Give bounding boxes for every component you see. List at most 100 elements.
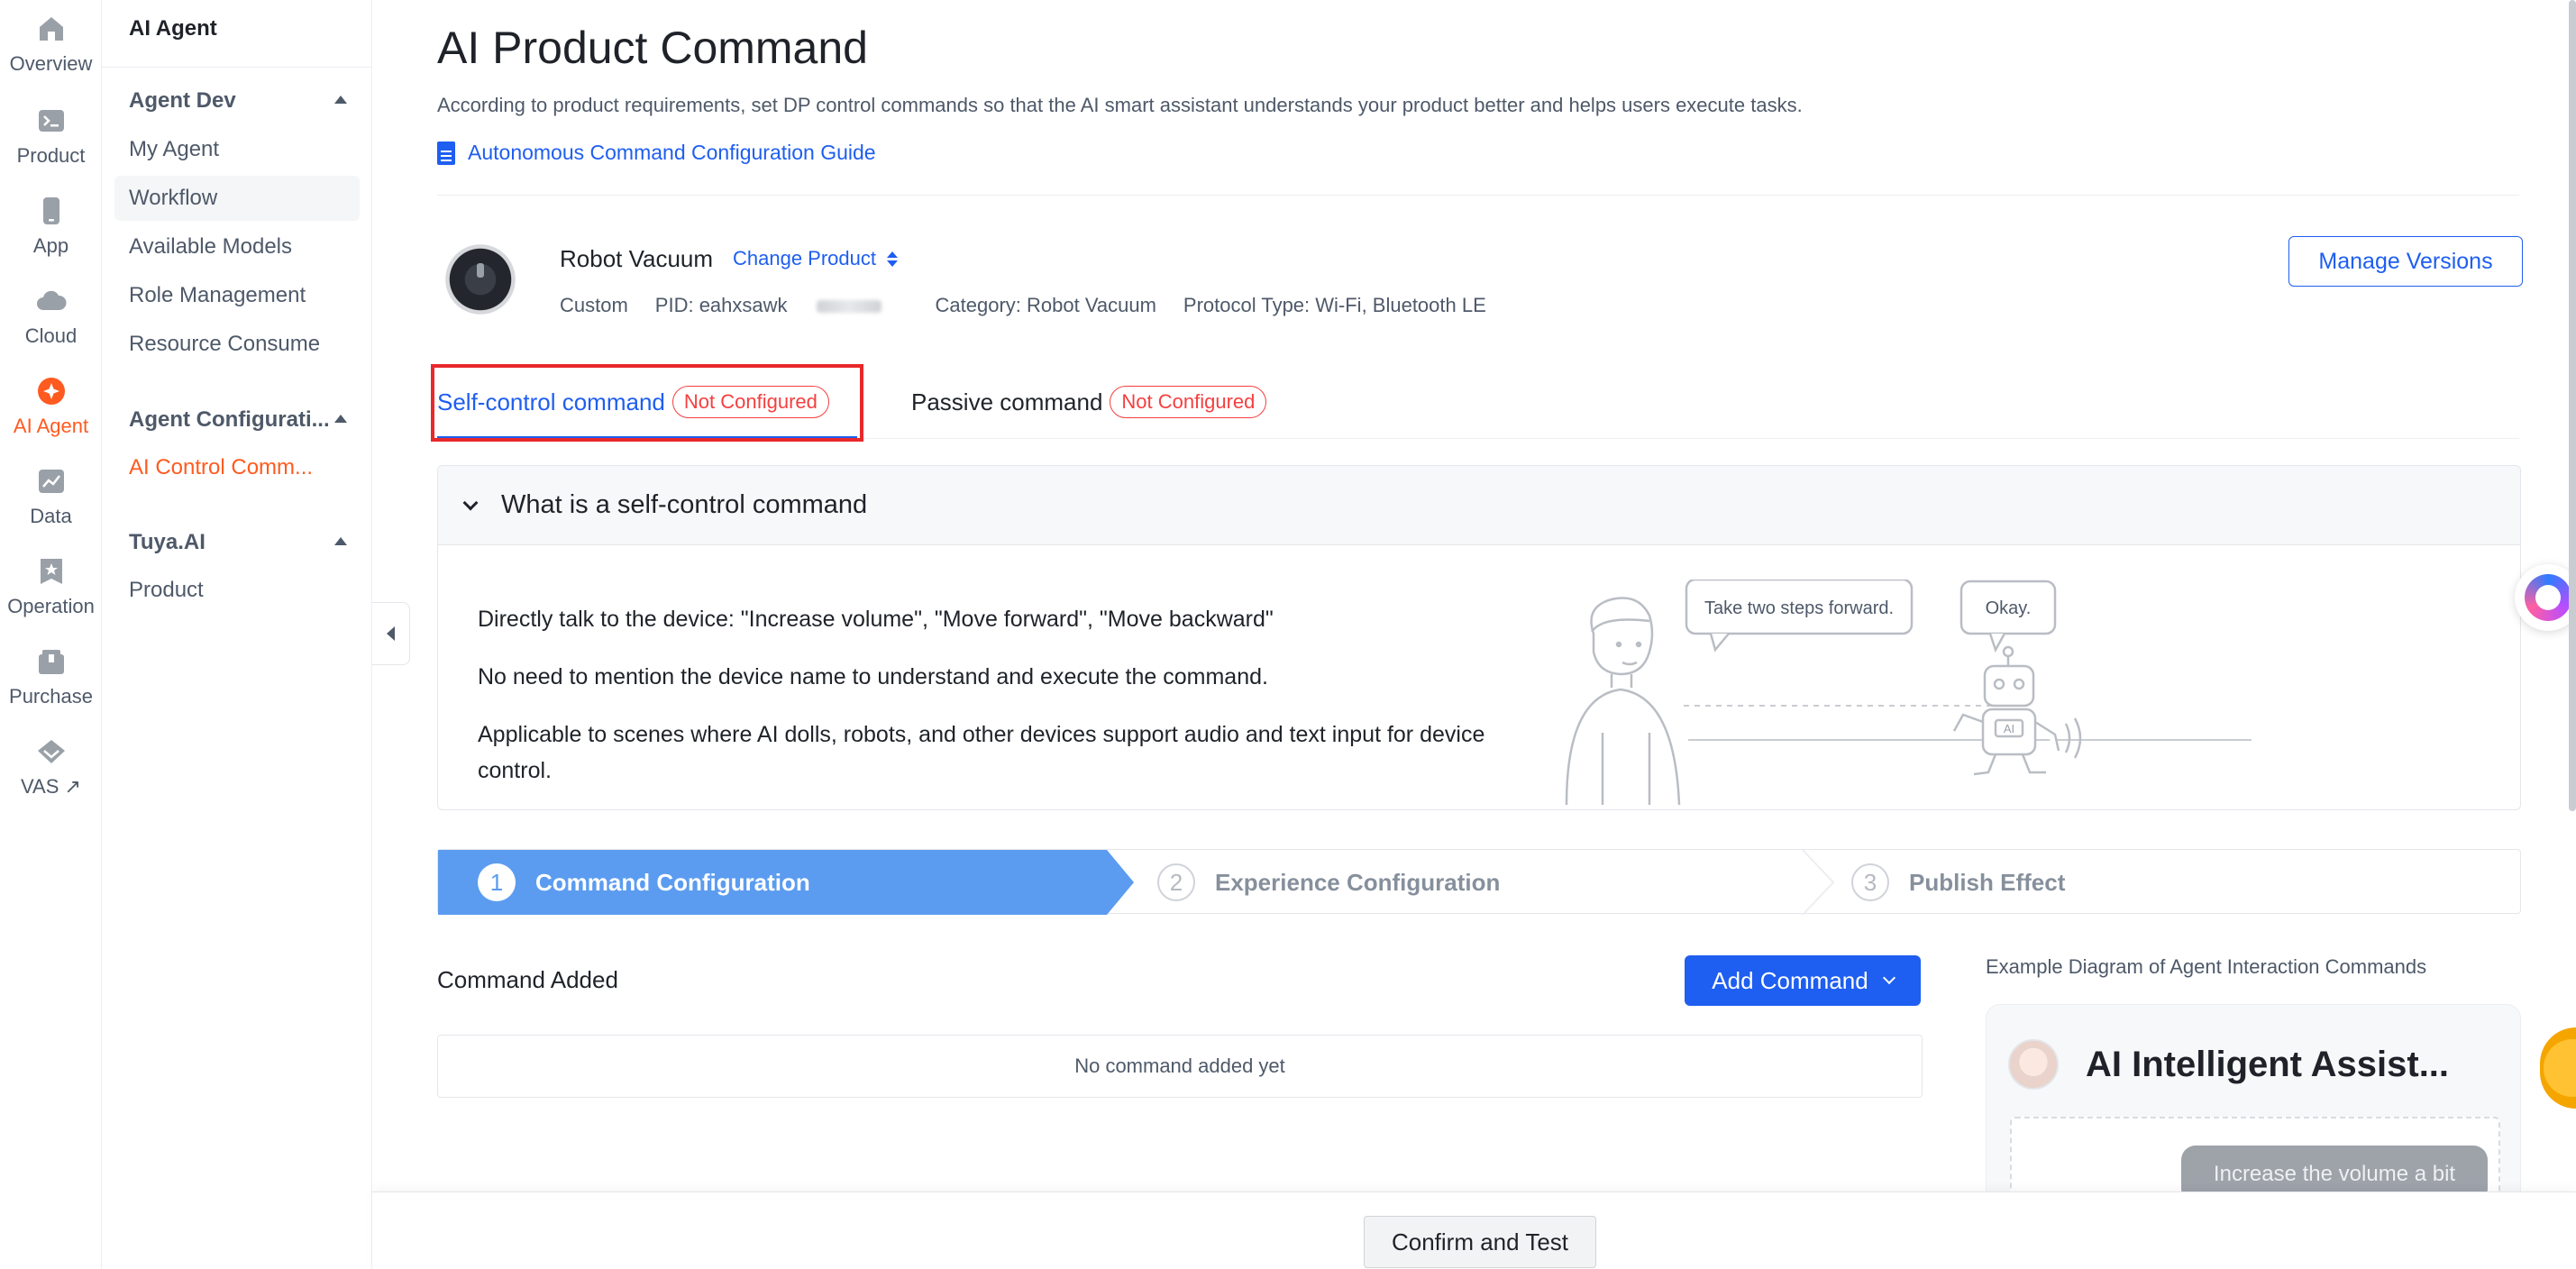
svg-text:AI: AI	[2004, 722, 2014, 735]
info-panel: What is a self-control command Directly …	[437, 465, 2521, 810]
info-line: Applicable to scenes where AI dolls, rob…	[478, 722, 1485, 783]
footer-bar: Confirm and Test	[372, 1191, 2576, 1269]
sidebar-group-tuya-ai[interactable]: Tuya.AI	[129, 530, 206, 555]
illustration: Take two steps forward. Okay. AI	[1565, 580, 2252, 805]
pid-mask	[816, 300, 882, 314]
diamond-icon	[35, 735, 68, 768]
terminal-icon	[35, 105, 68, 137]
page-description: According to product requirements, set D…	[437, 94, 1803, 116]
rail-item-vas[interactable]: VAS ↗	[0, 735, 102, 817]
robot-illustration: AI	[1952, 645, 2082, 776]
info-panel-title: What is a self-control command	[501, 490, 868, 519]
steps-bar: 1 Command Configuration 2 Experience Con…	[437, 849, 2521, 915]
assistant-name: AI Intelligent Assist...	[2086, 1045, 2450, 1084]
speech-bubble-person: Take two steps forward.	[1685, 580, 1914, 653]
step-number: 3	[1851, 863, 1889, 901]
product-meta: Custom PID: eahxsawk Category: Robot Vac…	[560, 294, 1513, 317]
sidebar-item-available-models[interactable]: Available Models	[114, 224, 360, 269]
step-experience-configuration[interactable]: 2 Experience Configuration	[1157, 850, 1500, 915]
confirm-and-test-button[interactable]: Confirm and Test	[1364, 1216, 1596, 1268]
add-command-button[interactable]: Add Command	[1685, 955, 1921, 1006]
sidebar-app-name: AI Agent	[129, 16, 217, 41]
product-pid: PID: eahxsawk	[655, 294, 909, 317]
product-protocol: Protocol Type: Wi-Fi, Bluetooth LE	[1183, 294, 1486, 316]
sidebar-item-product[interactable]: Product	[114, 568, 360, 613]
step-label: Command Configuration	[535, 868, 810, 896]
avatar	[2008, 1039, 2059, 1090]
rail-label: Data	[30, 505, 72, 527]
command-added-title: Command Added	[437, 966, 618, 993]
step-label: Experience Configuration	[1215, 868, 1501, 896]
caret-up-icon[interactable]	[334, 96, 347, 104]
rail-label: Product	[16, 144, 86, 167]
page-title: AI Product Command	[437, 23, 868, 73]
tab-label: Passive command	[911, 388, 1103, 415]
info-panel-header[interactable]: What is a self-control command	[438, 466, 2520, 545]
speech-bubble-robot: Okay.	[1959, 580, 2057, 653]
phone-icon	[35, 195, 68, 227]
step-separator	[1802, 850, 1835, 915]
empty-command-list: No command added yet	[437, 1035, 1923, 1098]
rail-item-purchase[interactable]: Purchase	[0, 645, 102, 726]
guide-link[interactable]: Autonomous Command Configuration Guide	[437, 141, 876, 165]
step-command-configuration[interactable]: 1 Command Configuration	[438, 850, 1107, 915]
sidebar-item-workflow[interactable]: Workflow	[114, 176, 360, 221]
change-product-label: Change Product	[733, 247, 876, 269]
highlight-box	[431, 364, 863, 442]
chevron-down-icon	[462, 495, 479, 510]
rail-item-data[interactable]: Data	[0, 465, 102, 546]
rail-label: Operation	[7, 595, 95, 617]
manage-versions-button[interactable]: Manage Versions	[2288, 236, 2523, 287]
step-publish-effect[interactable]: 3 Publish Effect	[1851, 850, 2065, 915]
caret-up-icon[interactable]	[334, 415, 347, 423]
chart-icon	[35, 465, 68, 498]
sidebar-divider	[102, 67, 372, 68]
guide-link-label: Autonomous Command Configuration Guide	[468, 141, 876, 164]
step-arrow	[1107, 850, 1134, 915]
sparkle-icon	[35, 375, 68, 407]
home-icon	[35, 13, 68, 45]
info-line: Directly talk to the device: "Increase v…	[478, 607, 1274, 632]
sidebar-item-my-agent[interactable]: My Agent	[114, 127, 360, 172]
rail-item-ai-agent[interactable]: AI Agent	[0, 375, 102, 456]
status-badge: Not Configured	[1110, 386, 1267, 418]
tab-passive-command[interactable]: Passive command Not Configured	[911, 386, 1267, 418]
ai-orb-icon	[2525, 574, 2571, 621]
icon-rail: Overview Product App Cloud AI Agent Data	[0, 0, 102, 1269]
change-product-button[interactable]: Change Product	[733, 247, 898, 270]
step-label: Publish Effect	[1909, 868, 2066, 896]
rail-label: Purchase	[9, 685, 93, 708]
info-line: No need to mention the device name to un…	[478, 664, 1268, 689]
cloud-icon	[35, 285, 68, 317]
step-number: 1	[478, 863, 516, 901]
caret-up-icon[interactable]	[334, 537, 347, 545]
rail-item-app[interactable]: App	[0, 195, 102, 276]
product-image	[444, 243, 516, 315]
product-type: Custom	[560, 294, 628, 316]
example-title: Example Diagram of Agent Interaction Com…	[1986, 955, 2427, 978]
sidebar-item-role-management[interactable]: Role Management	[114, 273, 360, 318]
scrollbar[interactable]	[2569, 0, 2576, 811]
step-number: 2	[1157, 863, 1195, 901]
sidebar-item-ai-control-command[interactable]: AI Control Comm...	[114, 445, 360, 490]
product-name: Robot Vacuum	[560, 245, 714, 272]
svg-text:Okay.: Okay.	[1986, 598, 2032, 618]
ai-assistant-float-button[interactable]	[2515, 564, 2576, 631]
rail-item-operation[interactable]: Operation	[0, 555, 102, 636]
rail-label: Cloud	[24, 324, 78, 347]
svg-text:Take two steps forward.: Take two steps forward.	[1704, 598, 1894, 618]
product-category: Category: Robot Vacuum	[935, 294, 1156, 316]
person-illustration	[1565, 597, 1681, 805]
rail-label: VAS ↗	[21, 775, 81, 798]
external-link-icon: ↗	[64, 775, 81, 798]
sidebar-group-agent-dev[interactable]: Agent Dev	[129, 88, 236, 114]
document-icon	[437, 141, 455, 165]
sort-icon	[887, 251, 898, 267]
sidebar-item-resource-consume[interactable]: Resource Consume	[114, 322, 360, 367]
rail-item-overview[interactable]: Overview	[0, 13, 102, 94]
sidebar-group-agent-configuration[interactable]: Agent Configurati...	[129, 407, 330, 433]
rail-item-product[interactable]: Product	[0, 105, 102, 186]
rail-label: AI Agent	[13, 415, 89, 437]
rail-item-cloud[interactable]: Cloud	[0, 285, 102, 366]
secondary-sidebar: AI Agent Agent Dev My Agent Workflow Ava…	[102, 0, 372, 1269]
